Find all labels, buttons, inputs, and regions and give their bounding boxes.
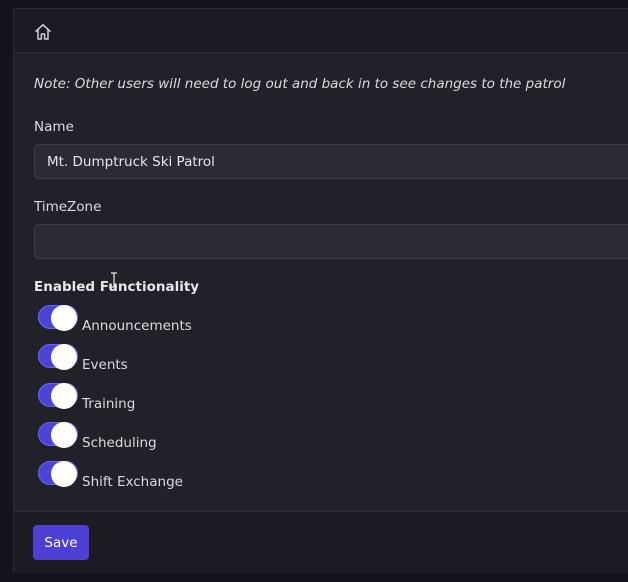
announcements-toggle[interactable]	[38, 305, 78, 331]
toggle-knob	[51, 383, 77, 409]
card-footer: Save	[14, 511, 628, 573]
shift-exchange-toggle[interactable]	[38, 461, 78, 487]
timezone-input[interactable]	[34, 224, 628, 259]
announcements-label: Announcements	[82, 318, 192, 334]
shift-exchange-label: Shift Exchange	[82, 474, 183, 490]
feature-row-events: Events	[38, 344, 438, 374]
card-body: Note: Other users will need to log out a…	[14, 53, 628, 511]
notice-text: Note: Other users will need to log out a…	[34, 76, 566, 92]
save-button[interactable]: Save	[33, 525, 89, 560]
settings-card: Note: Other users will need to log out a…	[13, 8, 628, 573]
name-label: Name	[34, 119, 74, 135]
feature-row-scheduling: Scheduling	[38, 422, 438, 452]
name-input[interactable]	[34, 144, 628, 179]
training-label: Training	[82, 396, 136, 412]
timezone-label: TimeZone	[34, 199, 102, 215]
events-toggle[interactable]	[38, 344, 78, 370]
home-icon[interactable]	[33, 22, 53, 42]
toggle-knob	[51, 422, 77, 448]
card-header	[14, 9, 628, 53]
toggle-knob	[51, 305, 77, 331]
toggle-knob	[51, 461, 77, 487]
scheduling-toggle[interactable]	[38, 422, 78, 448]
text-cursor-icon	[111, 272, 117, 288]
app-frame: Note: Other users will need to log out a…	[0, 0, 628, 582]
feature-row-shift-exchange: Shift Exchange	[38, 461, 438, 491]
training-toggle[interactable]	[38, 383, 78, 409]
feature-row-training: Training	[38, 383, 438, 413]
toggle-knob	[51, 344, 77, 370]
feature-row-announcements: Announcements	[38, 305, 438, 335]
events-label: Events	[82, 357, 128, 373]
scheduling-label: Scheduling	[82, 435, 157, 451]
